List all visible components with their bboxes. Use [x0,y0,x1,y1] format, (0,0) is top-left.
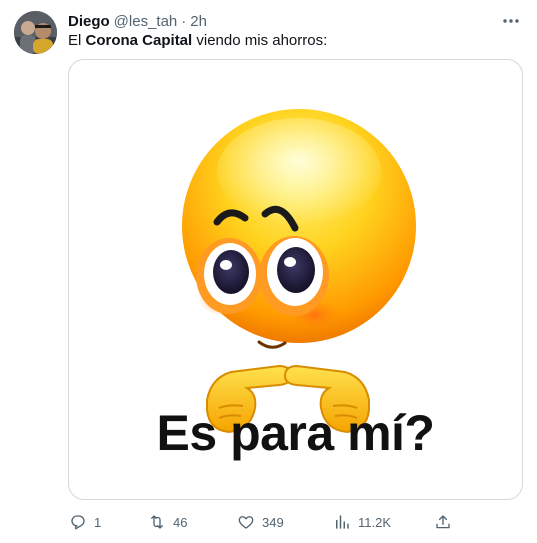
avatar[interactable] [14,11,57,54]
separator-dot: · [181,12,187,30]
reply-button[interactable]: 1 [68,510,101,534]
reply-count: 1 [94,514,102,530]
tweet-text-before: El [68,32,86,49]
author-name[interactable]: Diego [68,13,110,30]
tweet-actions: 1 46 349 11.2K [68,510,458,534]
like-button[interactable]: 349 [236,510,284,534]
emoji-shine [217,118,381,226]
tweet[interactable]: Diego @les_tah · 2h El Corona Capital vi… [0,0,537,543]
views-count: 11.2K [358,514,392,530]
emoji-eye-highlight-left [220,260,232,270]
analytics-icon [332,512,352,532]
tweet-time[interactable]: 2h [190,13,207,30]
share-icon [433,512,453,532]
views-button[interactable]: 11.2K [332,510,391,534]
retweet-icon [147,512,167,532]
emoji-iris-right [277,247,315,293]
tweet-text-bold: Corona Capital [85,32,193,49]
meme-caption: Es para mí? [156,405,435,461]
retweet-count: 46 [173,514,188,530]
avatar-image [14,11,57,54]
emoji-eye-highlight-right [284,257,296,267]
like-count: 349 [262,514,284,530]
emoji-mouth [257,340,287,349]
heart-icon [236,512,256,532]
tweet-media[interactable]: Es para mí? [68,59,523,500]
retweet-button[interactable]: 46 [147,510,187,534]
share-button[interactable] [433,510,453,534]
tweet-header: Diego @les_tah · 2h [68,11,207,31]
emoji-iris-left [213,250,249,294]
reply-icon [68,512,88,532]
tweet-text-after: viendo mis ahorros: [192,32,328,49]
author-handle[interactable]: @les_tah [114,13,178,30]
tweet-text: El Corona Capital viendo mis ahorros: [68,31,327,51]
more-options-button[interactable] [499,9,523,33]
more-icon [503,19,519,23]
